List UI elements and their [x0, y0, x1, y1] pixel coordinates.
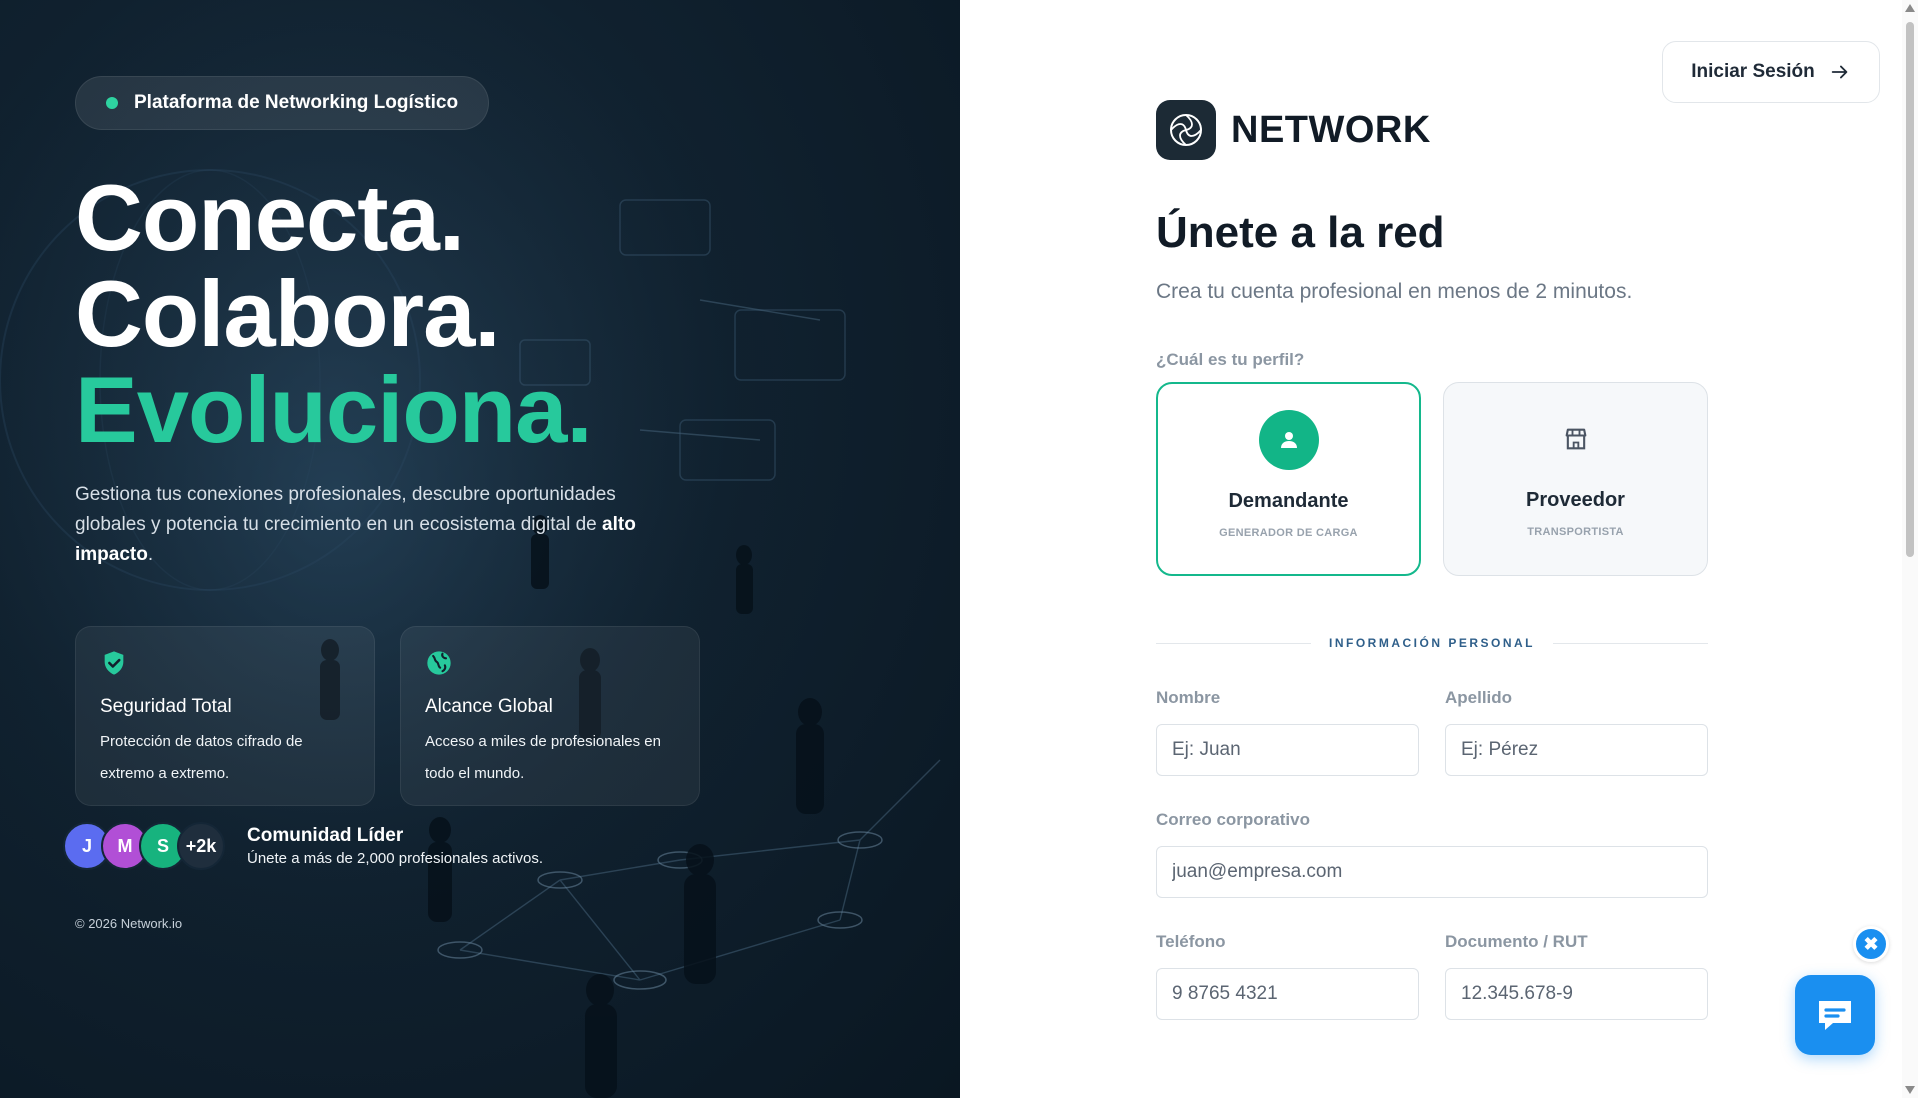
picon-wrapper [1258, 410, 1319, 470]
scroll-thumb[interactable] [1906, 22, 1914, 557]
profile-subtitle: TRANSPORTISTA [1527, 526, 1624, 538]
arrow-right-icon [1831, 65, 1848, 79]
headline-line-2: Colabora. [75, 261, 501, 366]
hero-lead: Gestiona tus conexiones profesionales, d… [75, 480, 675, 570]
email-field: Correo corporativo [1156, 810, 1708, 898]
scroll-up-arrow-icon[interactable] [1905, 4, 1915, 12]
phone-input[interactable] [1156, 968, 1419, 1020]
community-section: J M S +2k Comunidad Líder Únete a más de… [63, 822, 895, 870]
profile-question: ¿Cuál es tu perfil? [1156, 350, 1305, 369]
first-name-field: Nombre [1156, 688, 1419, 776]
divider-line [1553, 642, 1708, 644]
signup-panel: Iniciar Sesión NETWORK Únete a la red Cr… [960, 0, 1918, 1098]
headline-line-1: Conecta. [75, 165, 465, 270]
lead-text: Gestiona tus conexiones profesionales, d… [75, 484, 616, 535]
document-field: Documento / RUT [1445, 932, 1708, 1020]
last-name-field: Apellido [1445, 688, 1708, 776]
globe-icon [427, 651, 451, 675]
profile-option-proveedor[interactable]: Proveedor TRANSPORTISTA [1443, 382, 1708, 576]
first-name-input[interactable] [1156, 724, 1419, 776]
form-title: Únete a la red [1156, 208, 1445, 257]
name-row: Nombre Apellido [1156, 688, 1708, 776]
brand-logo [1156, 100, 1216, 160]
scroll-down-arrow-icon[interactable] [1905, 1086, 1915, 1094]
picon-wrapper [1546, 409, 1606, 469]
brand-name: NETWORK [1231, 108, 1431, 151]
profile-option-demandante[interactable]: Demandante GENERADOR DE CARGA [1156, 382, 1421, 576]
aperture-logo-icon [1170, 114, 1202, 146]
email-row: Correo corporativo [1156, 810, 1708, 898]
chat-launcher-button[interactable] [1795, 975, 1875, 1055]
copyright: © 2026 Network.io [75, 916, 183, 931]
community-title: Comunidad Líder [247, 825, 404, 846]
chat-close-button[interactable]: ✖ [1853, 926, 1889, 962]
community-text: Comunidad Líder Únete a más de 2,000 pro… [247, 825, 543, 867]
profile-subtitle: GENERADOR DE CARGA [1219, 527, 1358, 539]
section-title-personal: INFORMACIÓN PERSONAL [1329, 636, 1535, 650]
hero-headline: Conecta. Colabora. Evoluciona. [75, 170, 895, 458]
email-label: Correo corporativo [1156, 810, 1310, 829]
first-name-label: Nombre [1156, 688, 1221, 707]
user-icon [1280, 432, 1297, 448]
hero-content: Plataforma de Networking Logístico Conec… [63, 76, 895, 931]
lead-end: . [147, 544, 154, 565]
platform-badge: Plataforma de Networking Logístico [75, 76, 490, 130]
community-subtitle: Únete a más de 2,000 profesionales activ… [247, 850, 544, 867]
phone-field: Teléfono [1156, 932, 1419, 1020]
avatar-stack: J M S +2k [63, 822, 225, 870]
contact-row: Teléfono Documento / RUT [1156, 932, 1708, 1020]
feature-desc: Acceso a miles de profesionales en todo … [425, 733, 661, 782]
chat-bubble-icon [1819, 1001, 1851, 1030]
store-icon [1565, 428, 1586, 450]
feature-desc: Protección de datos cifrado de extremo a… [100, 733, 303, 782]
profile-title: Proveedor [1526, 489, 1625, 511]
login-button-label: Iniciar Sesión [1691, 61, 1815, 82]
status-dot [106, 97, 118, 109]
feature-card-security: Seguridad Total Protección de datos cifr… [75, 626, 375, 806]
signup-form: NETWORK Únete a la red Crea tu cuenta pr… [1156, 100, 1708, 1020]
feature-card-global: Alcance Global Acceso a miles de profesi… [400, 626, 700, 806]
section-divider: INFORMACIÓN PERSONAL [1156, 636, 1708, 650]
email-input[interactable] [1156, 846, 1708, 898]
login-button[interactable]: Iniciar Sesión [1662, 41, 1880, 103]
last-name-label: Apellido [1445, 688, 1513, 707]
profile-selector: Demandante GENERADOR DE CARGA Proveedor … [1156, 382, 1708, 576]
last-name-input[interactable] [1445, 724, 1708, 776]
document-label: Documento / RUT [1445, 932, 1588, 951]
brand: NETWORK [1156, 100, 1708, 160]
feature-title: Seguridad Total [100, 696, 232, 717]
profile-title: Demandante [1228, 490, 1349, 512]
phone-label: Teléfono [1156, 932, 1226, 951]
hero-panel: Plataforma de Networking Logístico Conec… [0, 0, 960, 1098]
document-input[interactable] [1445, 968, 1708, 1020]
divider-line [1156, 642, 1311, 644]
feature-cards: Seguridad Total Protección de datos cifr… [75, 626, 895, 806]
headline-line-3: Evoluciona. [75, 357, 593, 462]
platform-badge-label: Plataforma de Networking Logístico [134, 92, 459, 113]
feature-title: Alcance Global [425, 696, 553, 717]
page-scrollbar[interactable] [1902, 0, 1918, 1098]
shield-check-icon [104, 651, 124, 675]
avatar-count: +2k [177, 822, 225, 870]
form-subtitle: Crea tu cuenta profesional en menos de 2… [1156, 280, 1633, 303]
